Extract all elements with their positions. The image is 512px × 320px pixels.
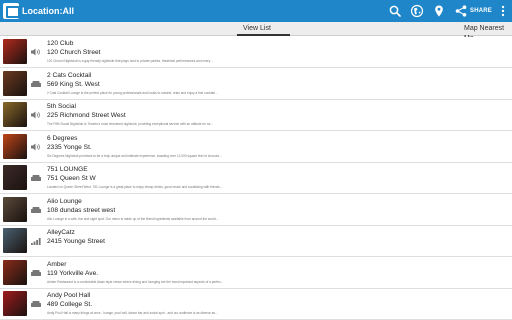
venue-thumbnail xyxy=(3,39,27,64)
venue-address: 119 Yorkville Ave. xyxy=(47,270,99,277)
venue-address: 751 Queen St W xyxy=(47,175,96,182)
selected-tab-indicator xyxy=(237,34,290,36)
venue-name: 751 LOUNGE xyxy=(47,166,88,173)
venue-name: 5th Social xyxy=(47,103,76,110)
venue-address: 108 dundas street west xyxy=(47,207,116,214)
venue-thumbnail xyxy=(3,102,27,127)
venue-thumbnail xyxy=(3,260,27,285)
venue-description: Andy Pool Hall is many things at once - … xyxy=(47,311,218,315)
list-item[interactable]: 751 LOUNGE 751 Queen St W Located on Que… xyxy=(0,163,512,194)
venue-address: 489 College St. xyxy=(47,301,93,308)
venue-name: 6 Degrees xyxy=(47,135,78,142)
venue-thumbnail xyxy=(3,165,27,190)
sofa-icon xyxy=(31,207,41,213)
app-logo-icon[interactable] xyxy=(3,3,20,19)
venue-description: Six Degrees Nightclub promises to be a t… xyxy=(47,154,222,158)
location-title[interactable]: Location:All xyxy=(22,5,74,17)
overflow-menu-icon[interactable] xyxy=(496,4,510,18)
venue-address: 2415 Younge Street xyxy=(47,238,105,245)
share-icon[interactable] xyxy=(454,4,468,18)
venue-description: Amber Restaurant is a comfortable Asian … xyxy=(47,280,224,284)
venue-name: Andy Pool Hall xyxy=(47,292,91,299)
list-item[interactable]: AlleyCatz 2415 Younge Street xyxy=(0,226,512,257)
venue-thumbnail xyxy=(3,197,27,222)
list-item[interactable]: Andy Pool Hall 489 College St. Andy Pool… xyxy=(0,289,512,320)
venue-thumbnail xyxy=(3,134,27,159)
list-item[interactable]: Amber 119 Yorkville Ave. Amber Restauran… xyxy=(0,258,512,289)
venue-description: 120 Church Nightclub is a gay friendly n… xyxy=(47,59,213,63)
speaker-icon xyxy=(31,48,40,56)
venue-name: 2 Cats Cocktail xyxy=(47,72,92,79)
share-button[interactable]: SHARE xyxy=(470,7,492,15)
venue-list[interactable]: 120 Club 120 Church Street 120 Church Ni… xyxy=(0,37,512,320)
tab-bar: View List Map Nearest Me xyxy=(0,22,512,42)
venue-description: Located on Queen Street West, 751 Lounge… xyxy=(47,185,223,189)
search-icon[interactable] xyxy=(388,4,402,18)
venue-thumbnail xyxy=(3,291,27,316)
list-item[interactable]: 120 Club 120 Church Street 120 Church Ni… xyxy=(0,37,512,68)
venue-thumbnail xyxy=(3,228,27,253)
speaker-icon xyxy=(31,111,40,119)
speaker-icon xyxy=(31,143,40,151)
signal-bars-icon xyxy=(31,238,41,245)
sofa-icon xyxy=(31,175,41,181)
venue-address: 120 Church Street xyxy=(47,49,101,56)
venue-address: 2335 Yonge St. xyxy=(47,144,92,151)
tab-view-list[interactable]: View List xyxy=(243,24,271,34)
venue-address: 569 King St. West xyxy=(47,81,100,88)
venue-thumbnail xyxy=(3,71,27,96)
list-item[interactable]: 2 Cats Cocktail 569 King St. West 2 Cats… xyxy=(0,69,512,100)
venue-address: 225 Richmond Street West xyxy=(47,112,126,119)
sofa-icon xyxy=(31,301,41,307)
location-pin-icon[interactable] xyxy=(432,4,446,18)
venue-name: AlleyCatz xyxy=(47,229,75,236)
venue-description: Alio Lounge is a cafe, bar and night spo… xyxy=(47,217,219,221)
venue-name: 120 Club xyxy=(47,40,74,47)
list-item[interactable]: Alio Lounge 108 dundas street west Alio … xyxy=(0,195,512,226)
sofa-icon xyxy=(31,81,41,87)
venue-description: 2 Cats Cocktail Lounge is the perfect pl… xyxy=(47,91,218,95)
venue-description: The Fifth Social Nightclub is Toronto's … xyxy=(47,122,214,126)
list-item[interactable]: 5th Social 225 Richmond Street West The … xyxy=(0,100,512,131)
list-item[interactable]: 6 Degrees 2335 Yonge St. Six Degrees Nig… xyxy=(0,132,512,163)
venue-name: Alio Lounge xyxy=(47,198,82,205)
action-bar: Location:All SHARE xyxy=(0,0,512,22)
venue-name: Amber xyxy=(47,261,67,268)
globe-icon[interactable] xyxy=(410,4,424,18)
sofa-icon xyxy=(31,270,41,276)
